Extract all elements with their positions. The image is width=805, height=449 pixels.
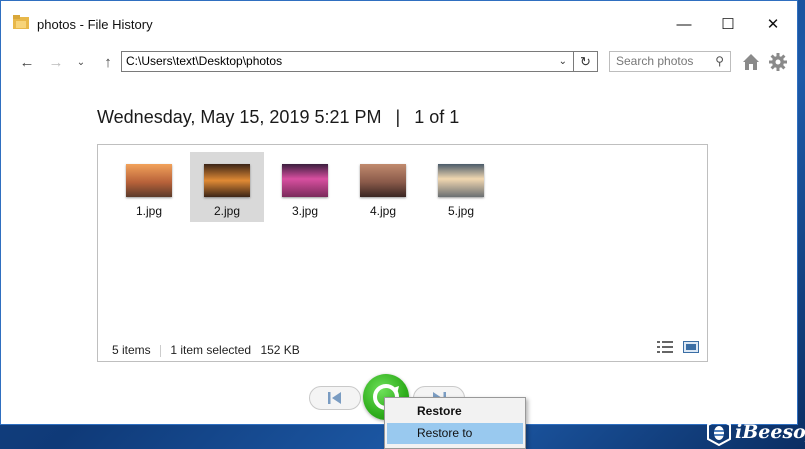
version-position: 1 of 1 xyxy=(414,107,460,127)
home-icon[interactable] xyxy=(741,52,761,72)
file-history-window: photos - File History — ☐ ✕ ← → ⌄ ↑ C:\U… xyxy=(0,0,798,425)
large-icons-view-icon[interactable] xyxy=(683,341,699,353)
forward-arrow-icon[interactable]: → xyxy=(46,52,66,72)
file-item[interactable]: 2.jpg xyxy=(190,152,264,222)
file-item[interactable]: 4.jpg xyxy=(346,152,420,222)
file-name: 2.jpg xyxy=(213,204,241,218)
thumbnail-image xyxy=(126,164,172,197)
refresh-button[interactable]: ↻ xyxy=(574,51,598,72)
ibeesoft-watermark: iBeesoft xyxy=(706,417,805,447)
file-name: 4.jpg xyxy=(369,204,397,218)
selection-info: 1 item selected xyxy=(170,343,252,357)
status-divider xyxy=(160,344,162,357)
file-item[interactable]: 5.jpg xyxy=(424,152,498,222)
search-input[interactable]: Search photos ⚲ xyxy=(609,51,731,72)
files-pane: 1.jpg 2.jpg 3.jpg 4.jpg 5.jpg 5 items 1 … xyxy=(97,144,708,362)
address-path: C:\Users\text\Desktop\photos xyxy=(126,54,283,68)
menu-item-restore[interactable]: Restore xyxy=(387,401,523,422)
previous-version-button[interactable] xyxy=(309,386,361,410)
backup-date-heading: Wednesday, May 15, 2019 5:21 PM | 1 of 1 xyxy=(97,107,459,128)
previous-version-icon xyxy=(328,392,341,404)
menu-item-restore-to[interactable]: Restore to xyxy=(387,423,523,444)
file-item[interactable]: 1.jpg xyxy=(112,152,186,222)
refresh-icon: ↻ xyxy=(580,53,591,69)
close-button[interactable]: ✕ xyxy=(758,11,788,37)
recent-locations-chevron-icon[interactable]: ⌄ xyxy=(71,52,91,72)
maximize-button[interactable]: ☐ xyxy=(713,11,743,37)
status-bar: 5 items 1 item selected 152 KB xyxy=(112,343,300,357)
file-item[interactable]: 3.jpg xyxy=(268,152,342,222)
address-dropdown-icon[interactable]: ⌄ xyxy=(559,52,567,71)
heading-separator: | xyxy=(395,107,401,127)
bee-logo-icon xyxy=(707,418,731,446)
file-name: 1.jpg xyxy=(135,204,163,218)
minimize-button[interactable]: — xyxy=(669,11,699,37)
thumbnail-image xyxy=(282,164,328,197)
folder-icon xyxy=(13,15,29,29)
thumbnail-image xyxy=(204,164,250,197)
backup-date: Wednesday, May 15, 2019 5:21 PM xyxy=(97,107,382,127)
navigation-bar: ← → ⌄ ↑ C:\Users\text\Desktop\photos ⌄ ↻… xyxy=(1,46,797,78)
file-name: 3.jpg xyxy=(291,204,319,218)
watermark-text: iBeesoft xyxy=(735,421,805,443)
back-arrow-icon[interactable]: ← xyxy=(17,52,37,72)
restore-context-menu: Restore Restore to xyxy=(384,397,526,449)
title-bar: photos - File History — ☐ ✕ xyxy=(1,1,797,46)
thumbnail-image xyxy=(438,164,484,197)
selection-size: 152 KB xyxy=(260,343,300,357)
address-bar[interactable]: C:\Users\text\Desktop\photos ⌄ xyxy=(121,51,574,72)
thumbnail-image xyxy=(360,164,406,197)
item-count: 5 items xyxy=(112,343,151,357)
search-placeholder: Search photos xyxy=(616,54,694,68)
gear-icon[interactable] xyxy=(768,52,788,72)
up-arrow-icon[interactable]: ↑ xyxy=(98,52,118,72)
file-name: 5.jpg xyxy=(447,204,475,218)
window-title: photos - File History xyxy=(37,17,153,32)
details-view-icon[interactable] xyxy=(657,341,673,353)
search-icon: ⚲ xyxy=(715,54,724,68)
view-toggle xyxy=(657,341,699,353)
